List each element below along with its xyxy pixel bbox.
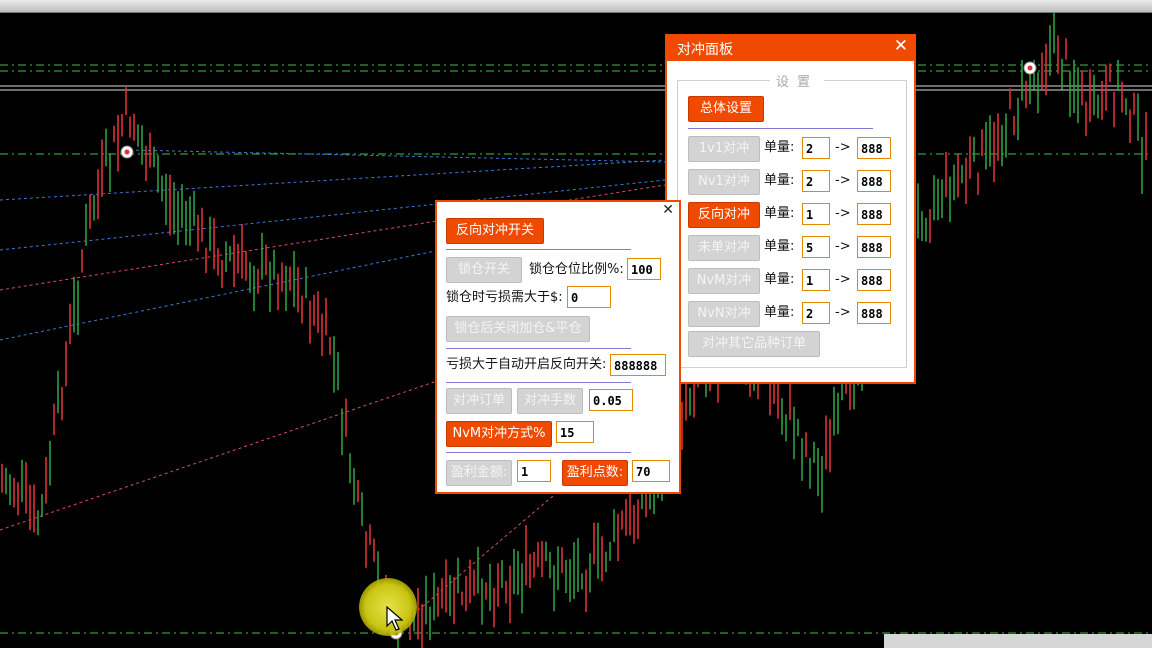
arrow-label: -> bbox=[835, 305, 851, 320]
lot-input[interactable]: 5 bbox=[802, 236, 830, 258]
trade-marker-dot bbox=[1027, 65, 1033, 71]
trend-line bbox=[0, 249, 441, 341]
separator bbox=[446, 348, 631, 349]
hedge-mode-button[interactable]: 未单对冲 bbox=[688, 235, 760, 261]
lock-loss-input[interactable]: 0 bbox=[567, 286, 611, 308]
window-top-strip bbox=[0, 0, 1152, 13]
separator bbox=[446, 249, 631, 250]
lot-label: 单量: bbox=[764, 305, 795, 320]
profit-amount-input[interactable]: 1 bbox=[517, 460, 551, 482]
trend-line bbox=[0, 159, 666, 201]
trend-line bbox=[129, 149, 666, 163]
lock-loss-label: 锁仓时亏损需大于$: bbox=[446, 290, 563, 305]
close-add-after-lock-button[interactable]: 锁仓后关闭加仓&平仓 bbox=[446, 316, 590, 342]
profit-points-button[interactable]: 盈利点数: bbox=[562, 460, 628, 486]
arrow-label: -> bbox=[835, 173, 851, 188]
hedge-mode-button[interactable]: 1v1对冲 bbox=[688, 136, 760, 162]
mouse-pointer-icon bbox=[386, 606, 404, 631]
separator bbox=[688, 128, 873, 129]
lot-label: 单量: bbox=[764, 239, 795, 254]
hedge-mode-button[interactable]: Nv1对冲 bbox=[688, 169, 760, 195]
hedge-order-button[interactable]: 对冲订单 bbox=[446, 388, 512, 414]
lot-input[interactable]: 2 bbox=[802, 302, 830, 324]
profit-amount-button[interactable]: 盈利金额: bbox=[446, 460, 512, 486]
auto-open-label: 亏损大于自动开启反向开关: bbox=[446, 357, 607, 372]
hedge-lots-button[interactable]: 对冲手数 bbox=[517, 388, 583, 414]
separator bbox=[446, 382, 631, 383]
separator bbox=[446, 452, 631, 453]
hedge-mode-button[interactable]: NvN对冲 bbox=[688, 301, 760, 327]
hedge-mode-button[interactable]: NvM对冲 bbox=[688, 268, 760, 294]
trend-line bbox=[0, 379, 441, 531]
lock-ratio-input[interactable]: 100 bbox=[627, 258, 661, 280]
lot-input[interactable]: 2 bbox=[802, 170, 830, 192]
lock-ratio-label: 锁仓仓位比例%: bbox=[529, 262, 624, 277]
close-icon[interactable]: ✕ bbox=[894, 36, 908, 56]
hedge-panel: 对冲面板 ✕ 设置 总体设置 1v1对冲 单量: 2 -> 888 Nv1对冲 单量: 2 ->… bbox=[665, 34, 916, 384]
hedge-panel-title: 对冲面板 bbox=[677, 42, 733, 58]
nvm-mode-button[interactable]: NvM对冲方式% bbox=[446, 421, 552, 447]
target-input[interactable]: 888 bbox=[857, 302, 891, 324]
lot-input[interactable]: 2 bbox=[802, 137, 830, 159]
close-icon[interactable]: ✕ bbox=[662, 202, 674, 218]
target-input[interactable]: 888 bbox=[857, 203, 891, 225]
target-input[interactable]: 888 bbox=[857, 236, 891, 258]
lot-label: 单量: bbox=[764, 140, 795, 155]
overall-settings-button[interactable]: 总体设置 bbox=[688, 96, 764, 122]
arrow-label: -> bbox=[835, 272, 851, 287]
hedge-other-symbols-button[interactable]: 对冲其它品种订单 bbox=[688, 331, 820, 357]
reverse-hedge-panel: ✕ 反向对冲开关 锁仓开关 锁仓仓位比例%: 100 锁仓时亏损需大于$: 0 … bbox=[435, 200, 681, 494]
hedge-lots-input[interactable]: 0.05 bbox=[589, 389, 633, 411]
target-input[interactable]: 888 bbox=[857, 269, 891, 291]
profit-points-input[interactable]: 70 bbox=[632, 460, 670, 482]
nvm-mode-input[interactable]: 15 bbox=[556, 421, 594, 443]
hedge-mode-button[interactable]: 反向对冲 bbox=[688, 202, 760, 228]
trade-marker-dot bbox=[124, 149, 130, 155]
arrow-label: -> bbox=[835, 206, 851, 221]
lot-label: 单量: bbox=[764, 173, 795, 188]
lot-label: 单量: bbox=[764, 206, 795, 221]
lock-switch-button[interactable]: 锁仓开关 bbox=[446, 257, 522, 283]
lot-input[interactable]: 1 bbox=[802, 203, 830, 225]
target-input[interactable]: 888 bbox=[857, 170, 891, 192]
settings-group-title: 设置 bbox=[770, 71, 825, 90]
lot-input[interactable]: 1 bbox=[802, 269, 830, 291]
reverse-hedge-toggle-button[interactable]: 反向对冲开关 bbox=[446, 218, 544, 244]
horizontal-scrollbar[interactable] bbox=[884, 634, 1152, 648]
arrow-label: -> bbox=[835, 140, 851, 155]
arrow-label: -> bbox=[835, 239, 851, 254]
target-input[interactable]: 888 bbox=[857, 137, 891, 159]
auto-open-input[interactable]: 888888 bbox=[610, 354, 666, 376]
hedge-panel-titlebar[interactable]: 对冲面板 ✕ bbox=[667, 36, 914, 61]
lot-label: 单量: bbox=[764, 272, 795, 287]
